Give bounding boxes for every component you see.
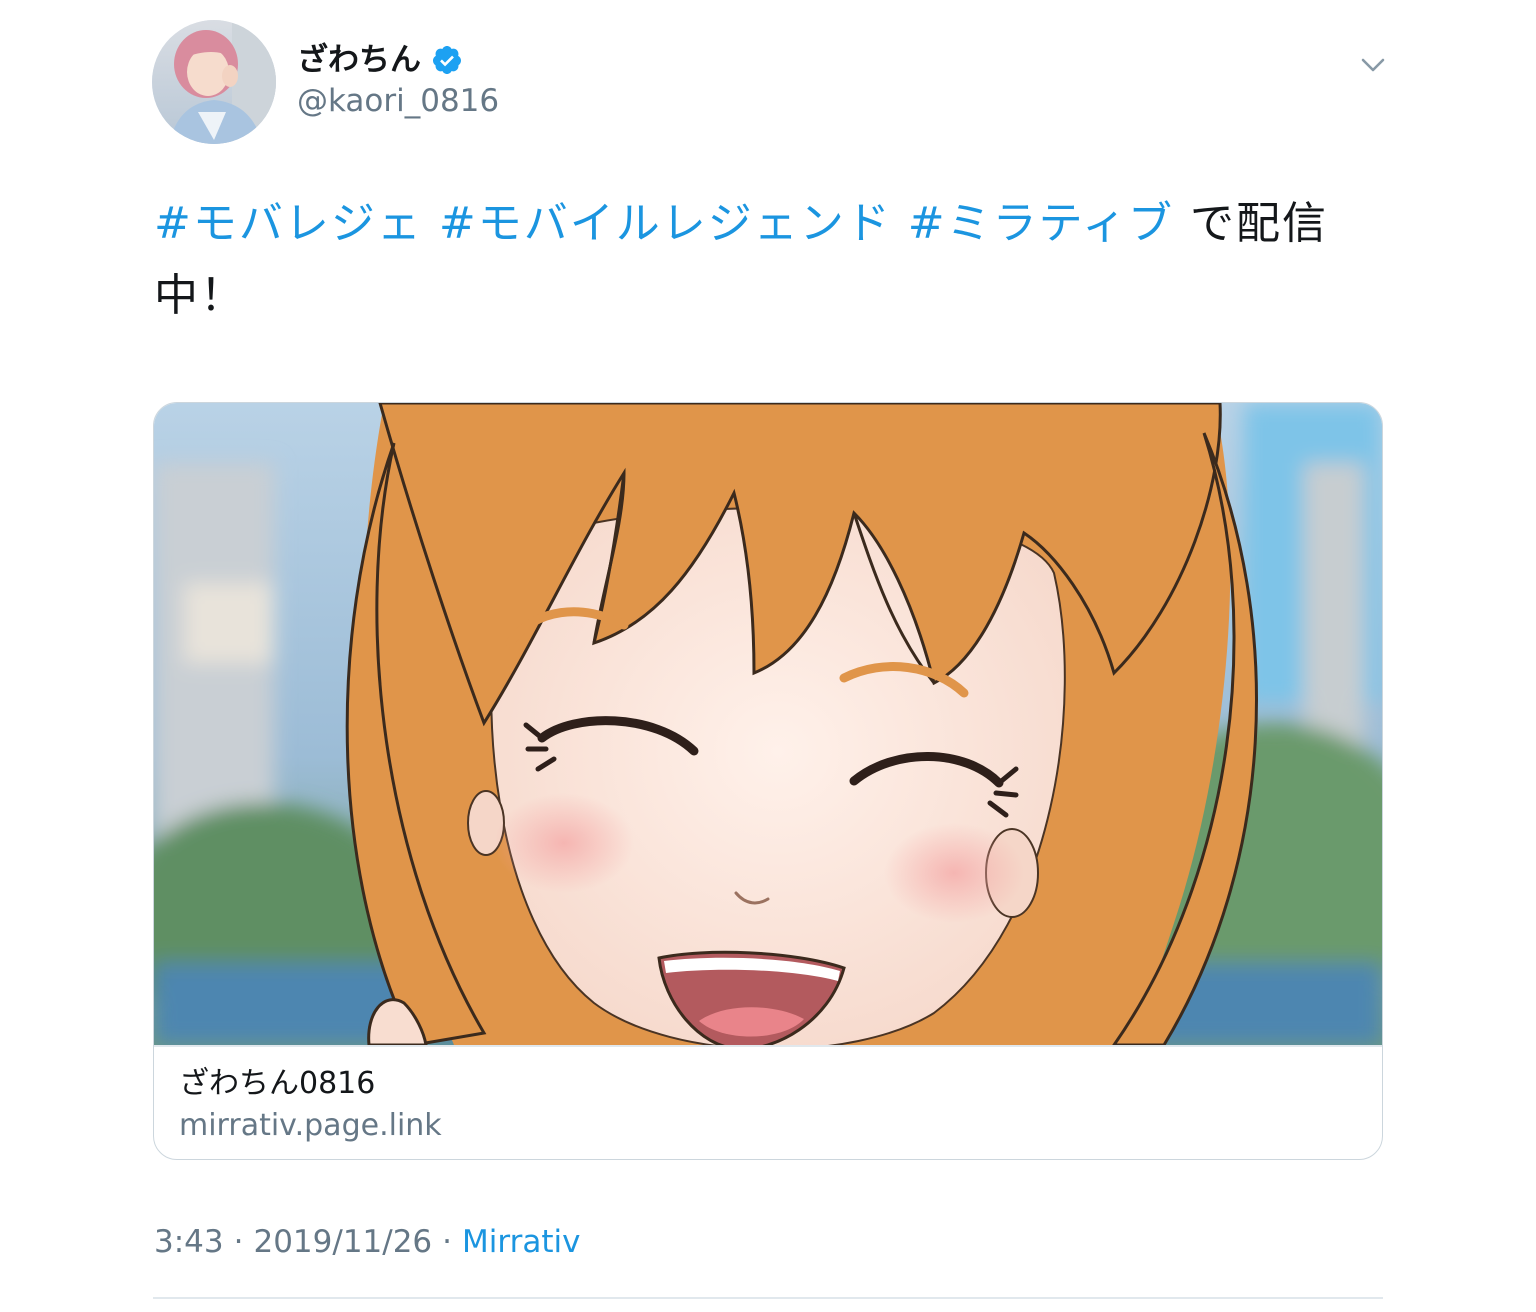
tweet: ざわちん @kaori_0816 #モバレジェ #モバイルレジェンド #ミラティ… bbox=[0, 0, 1536, 1312]
hashtag-link[interactable]: #モバイルレジェンド bbox=[439, 198, 892, 249]
hashtag-link[interactable]: #モバレジェ bbox=[154, 198, 423, 249]
tweet-meta: 3:43 · 2019/11/26 · Mirrativ bbox=[154, 1220, 580, 1264]
author-handle[interactable]: @kaori_0816 bbox=[297, 80, 499, 122]
verified-badge-icon bbox=[431, 44, 463, 76]
author-name[interactable]: ざわちん bbox=[297, 38, 421, 82]
card-domain: mirrativ.page.link bbox=[179, 1108, 442, 1143]
meta-separator: · bbox=[233, 1224, 244, 1260]
author-name-row[interactable]: ざわちん bbox=[297, 38, 463, 82]
card-image[interactable] bbox=[154, 403, 1382, 1045]
card-title[interactable]: ざわちん0816 bbox=[179, 1063, 375, 1105]
hashtag-link[interactable]: #ミラティブ bbox=[908, 198, 1174, 249]
chevron-down-icon[interactable] bbox=[1356, 50, 1390, 80]
tweet-time[interactable]: 3:43 bbox=[154, 1220, 224, 1264]
tweet-text: #モバレジェ #モバイルレジェンド #ミラティブ で配信中！ bbox=[154, 188, 1384, 332]
source-link[interactable]: Mirrativ bbox=[462, 1220, 580, 1264]
link-card[interactable]: ざわちん0816 mirrativ.page.link bbox=[153, 402, 1383, 1160]
tweet-date[interactable]: 2019/11/26 bbox=[253, 1220, 432, 1264]
card-divider bbox=[154, 1045, 1382, 1047]
bottom-divider bbox=[153, 1297, 1383, 1299]
meta-separator: · bbox=[442, 1224, 453, 1260]
avatar[interactable] bbox=[152, 20, 276, 144]
